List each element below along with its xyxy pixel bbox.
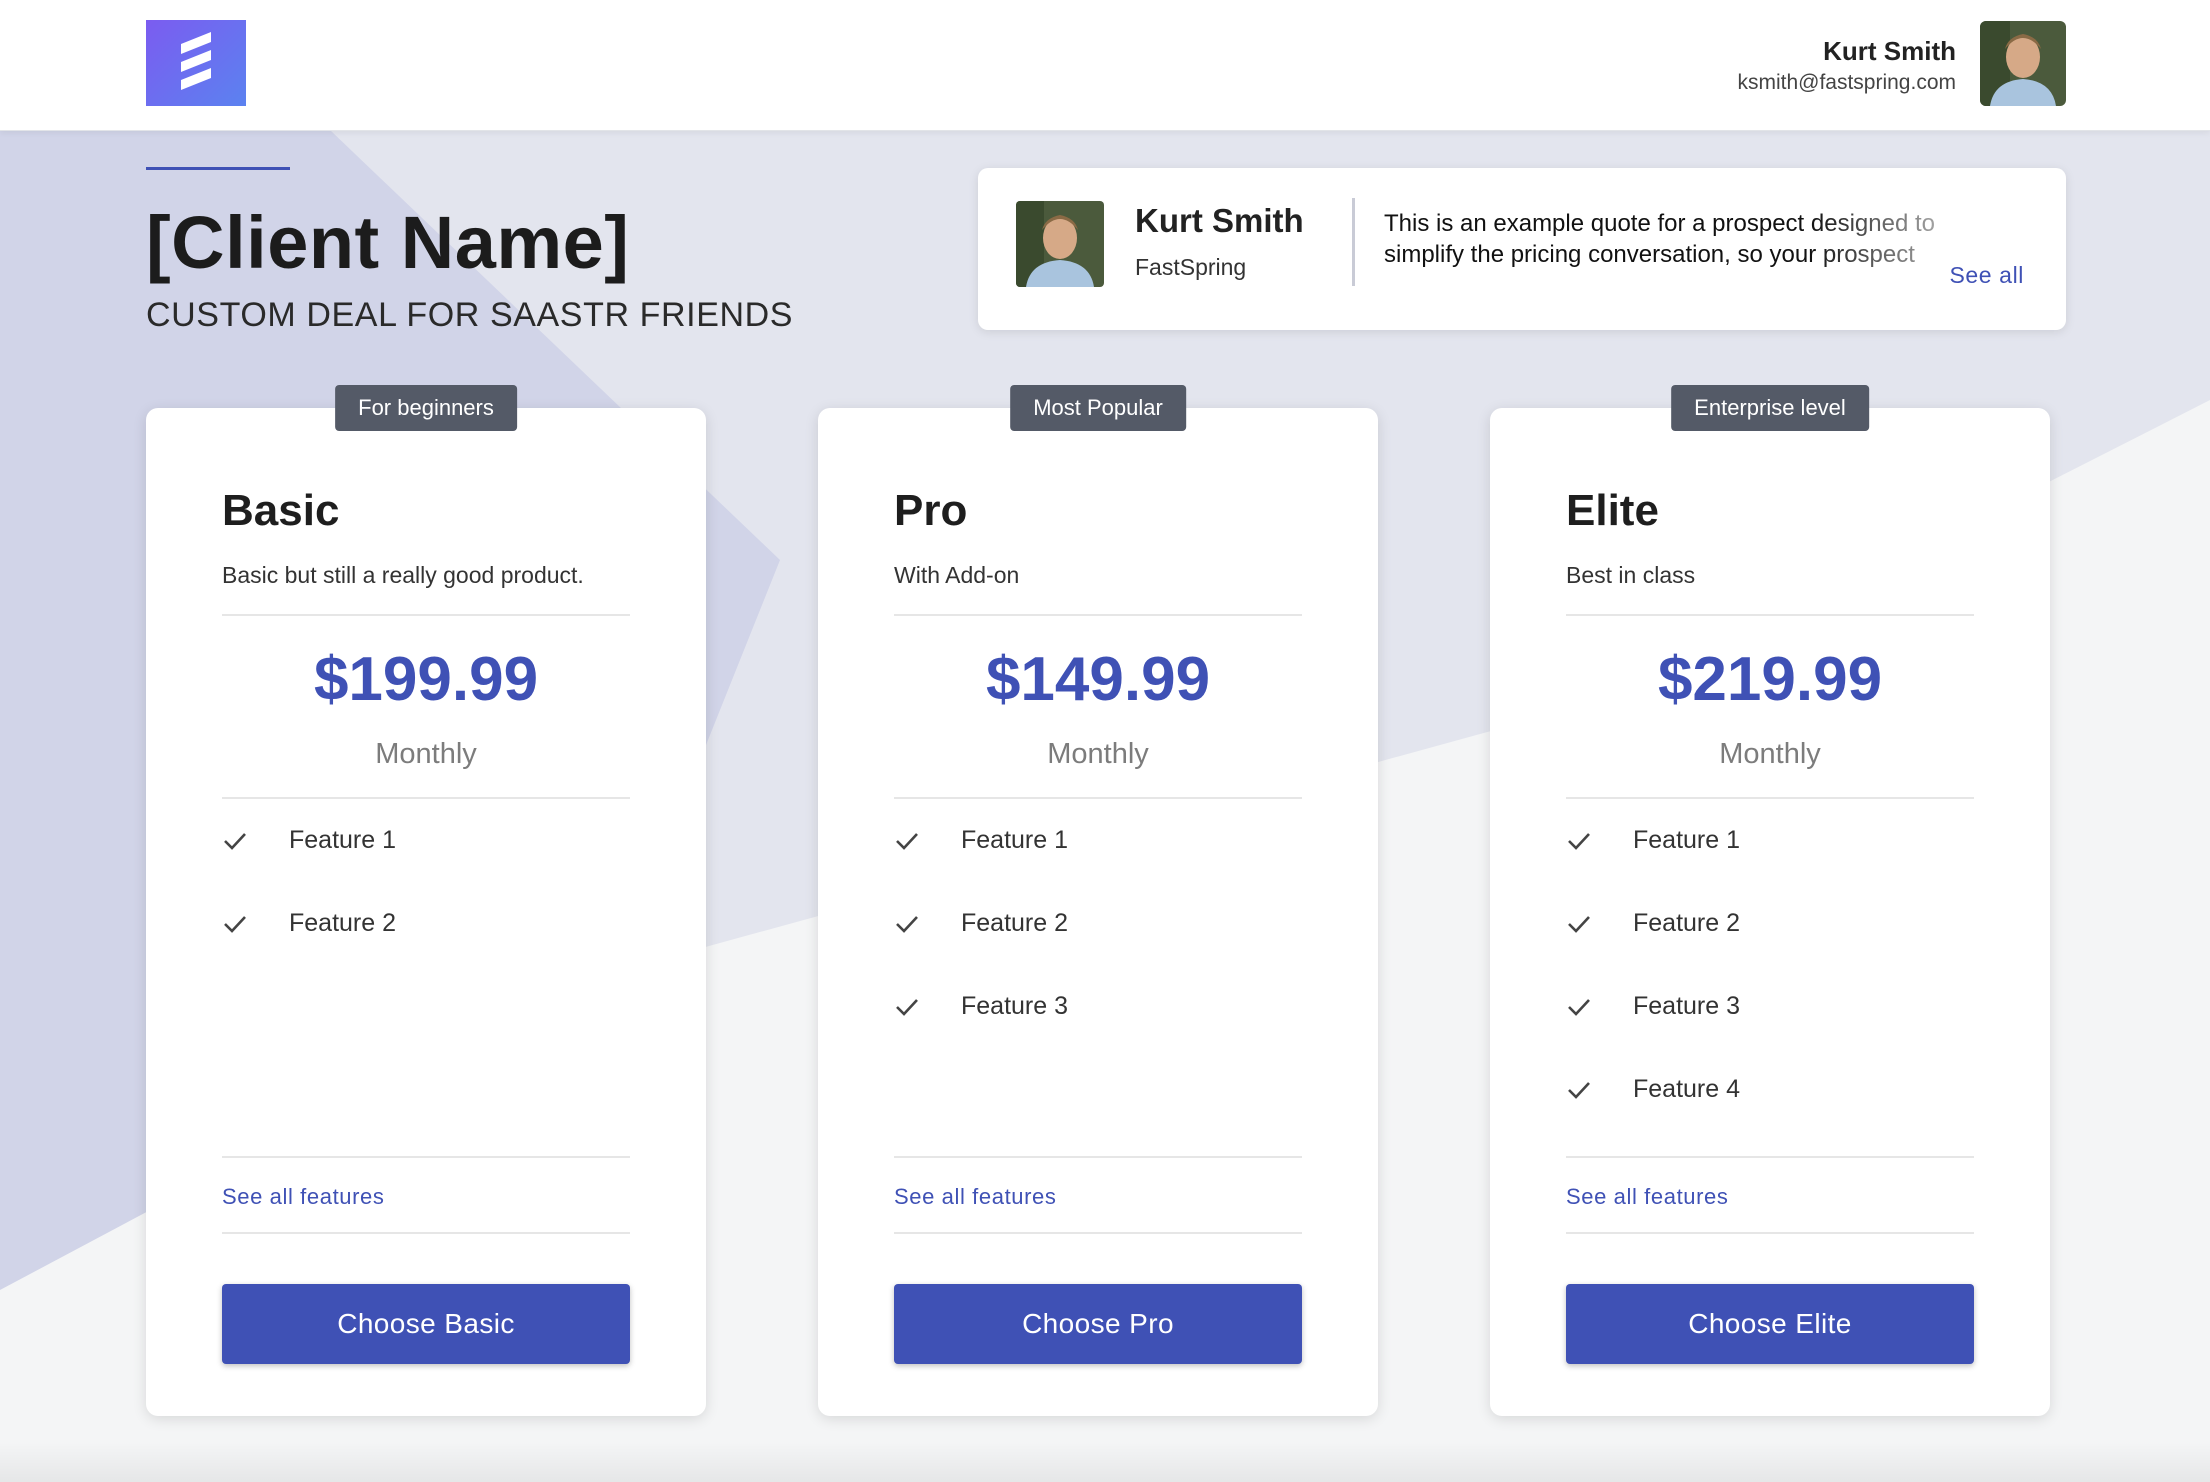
check-icon bbox=[1568, 833, 1590, 850]
feature-item: Feature 4 bbox=[1566, 1075, 1974, 1158]
quote-card: Kurt Smith FastSpring This is an example… bbox=[978, 168, 2066, 330]
feature-item: Feature 2 bbox=[222, 909, 630, 992]
feature-label: Feature 2 bbox=[289, 909, 397, 937]
feature-label: Feature 2 bbox=[961, 909, 1069, 937]
plan-description: With Add-on bbox=[894, 562, 1020, 588]
divider bbox=[894, 1232, 1302, 1234]
choose-pro-button[interactable]: Choose Pro bbox=[894, 1284, 1302, 1364]
plan-period: Monthly bbox=[1047, 738, 1149, 770]
feature-item: Feature 2 bbox=[894, 909, 1302, 992]
plan-name: Pro bbox=[894, 486, 968, 535]
avatar[interactable] bbox=[1980, 21, 2066, 106]
deal-subtitle: CUSTOM DEAL FOR SAASTR FRIENDS bbox=[146, 296, 794, 334]
plan-card-pro: Most Popular Pro With Add-on $149.99 Mon… bbox=[818, 385, 1378, 1416]
choose-elite-button[interactable]: Choose Elite bbox=[1566, 1284, 1974, 1364]
quote-author-name: Kurt Smith bbox=[1135, 202, 1304, 239]
user-info: Kurt Smith ksmith@fastspring.com bbox=[1737, 36, 1956, 95]
divider bbox=[222, 1156, 630, 1158]
quote-text: This is an example quote for a prospect … bbox=[1384, 210, 1935, 268]
plan-card-elite: Enterprise level Elite Best in class $21… bbox=[1490, 385, 2050, 1416]
feature-item: Feature 1 bbox=[222, 826, 630, 909]
check-icon bbox=[224, 916, 246, 933]
divider bbox=[222, 797, 630, 799]
plan-period: Monthly bbox=[1719, 738, 1821, 770]
plan-price: $199.99 bbox=[313, 645, 539, 714]
feature-item: Feature 3 bbox=[1566, 992, 1974, 1075]
see-all-features-link[interactable]: See all features bbox=[222, 1184, 384, 1210]
user-email: ksmith@fastspring.com bbox=[1737, 71, 1956, 94]
quote-divider bbox=[1352, 198, 1355, 286]
divider bbox=[894, 614, 1302, 616]
divider bbox=[894, 1156, 1302, 1158]
bottom-shade bbox=[0, 1442, 2210, 1482]
feature-label: Feature 2 bbox=[1633, 909, 1741, 937]
see-all-link[interactable]: See all bbox=[1949, 262, 2024, 289]
plan-name: Basic bbox=[222, 486, 340, 535]
feature-list: Feature 1 Feature 2 Feature 3 Feature 4 bbox=[1566, 826, 1974, 1158]
divider bbox=[1566, 614, 1974, 616]
check-icon bbox=[224, 833, 246, 850]
feature-item: Feature 1 bbox=[1566, 826, 1974, 909]
see-all-features-link[interactable]: See all features bbox=[894, 1184, 1056, 1210]
title-accent-line bbox=[146, 167, 290, 170]
divider bbox=[1566, 797, 1974, 799]
plan-description: Basic but still a really good product. bbox=[222, 562, 584, 588]
feature-item: Feature 2 bbox=[1566, 909, 1974, 992]
divider bbox=[894, 797, 1302, 799]
choose-basic-button[interactable]: Choose Basic bbox=[222, 1284, 630, 1364]
check-icon bbox=[896, 916, 918, 933]
feature-item: Feature 3 bbox=[894, 992, 1302, 1075]
check-icon bbox=[896, 833, 918, 850]
quote-avatar bbox=[1016, 201, 1104, 287]
check-icon bbox=[896, 999, 918, 1016]
fastspring-logo-icon[interactable] bbox=[146, 20, 246, 106]
plan-name: Elite bbox=[1566, 486, 1659, 535]
feature-label: Feature 4 bbox=[1633, 1075, 1741, 1103]
check-icon bbox=[1568, 916, 1590, 933]
feature-item: Feature 1 bbox=[894, 826, 1302, 909]
see-all-features-link[interactable]: See all features bbox=[1566, 1184, 1728, 1210]
feature-label: Feature 3 bbox=[961, 992, 1069, 1020]
plan-price: $149.99 bbox=[985, 645, 1211, 714]
check-icon bbox=[1568, 999, 1590, 1016]
feature-label: Feature 1 bbox=[1633, 826, 1741, 854]
user-name: Kurt Smith bbox=[1823, 36, 1956, 66]
feature-label: Feature 1 bbox=[961, 826, 1069, 854]
check-icon bbox=[1568, 1082, 1590, 1099]
feature-list: Feature 1 Feature 2 bbox=[222, 826, 630, 992]
feature-label: Feature 1 bbox=[289, 826, 397, 854]
plan-card-basic: For beginners Basic Basic but still a re… bbox=[146, 385, 706, 1416]
client-name-title: [Client Name] bbox=[146, 201, 630, 284]
quote-author-company: FastSpring bbox=[1135, 254, 1247, 280]
divider bbox=[222, 614, 630, 616]
plan-period: Monthly bbox=[375, 738, 477, 770]
top-bar: Kurt Smith ksmith@fastspring.com bbox=[0, 0, 2210, 131]
divider bbox=[222, 1232, 630, 1234]
plan-price: $219.99 bbox=[1657, 645, 1883, 714]
feature-label: Feature 3 bbox=[1633, 992, 1741, 1020]
divider bbox=[1566, 1232, 1974, 1234]
feature-list: Feature 1 Feature 2 Feature 3 bbox=[894, 826, 1302, 1075]
divider bbox=[1566, 1156, 1974, 1158]
plan-description: Best in class bbox=[1566, 562, 1696, 588]
